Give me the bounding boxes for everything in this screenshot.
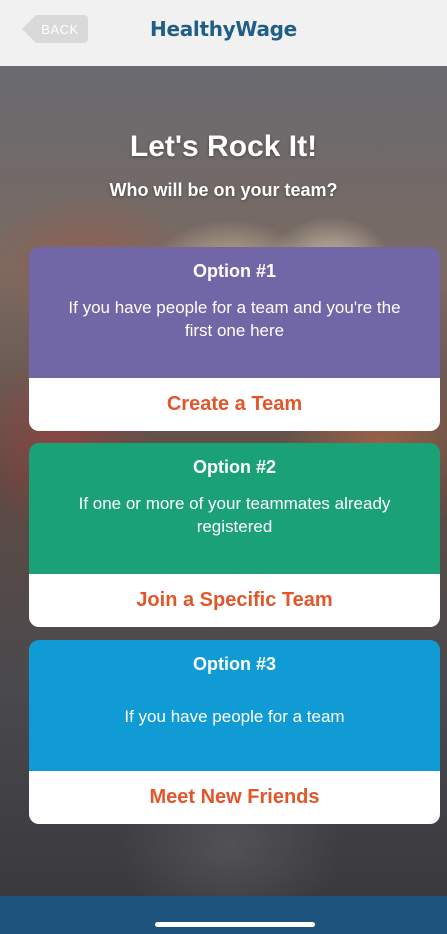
page-title: Let's Rock It!: [129, 130, 318, 163]
home-indicator[interactable]: [155, 922, 315, 927]
option-card-3: Option #3 If you have people for a team …: [29, 640, 440, 824]
join-specific-team-button[interactable]: Join a Specific Team: [29, 574, 440, 627]
bottom-bar: [0, 896, 447, 934]
meet-new-friends-button[interactable]: Meet New Friends: [29, 771, 440, 824]
option-3-description: If you have people for a team: [124, 707, 345, 726]
healthywage-logo: HealthyWage: [150, 17, 297, 41]
option-1-heading: Option #1: [192, 261, 276, 281]
create-team-button[interactable]: Create a Team: [29, 378, 440, 431]
option-3-heading: Option #3: [192, 654, 276, 674]
top-nav-bar: BACK HealthyWage: [0, 0, 447, 66]
option-3-info: Option #3 If you have people for a team: [29, 640, 440, 771]
option-1-info: Option #1 If you have people for a team …: [29, 247, 440, 378]
option-card-1: Option #1 If you have people for a team …: [29, 247, 440, 431]
option-2-description: If one or more of your teammates already…: [78, 494, 391, 536]
page-subtitle: Who will be on your team?: [109, 180, 338, 200]
option-1-description: If you have people for a team and you're…: [68, 298, 401, 340]
option-2-heading: Option #2: [192, 457, 276, 477]
option-2-info: Option #2 If one or more of your teammat…: [29, 443, 440, 574]
option-card-2: Option #2 If one or more of your teammat…: [29, 443, 440, 627]
